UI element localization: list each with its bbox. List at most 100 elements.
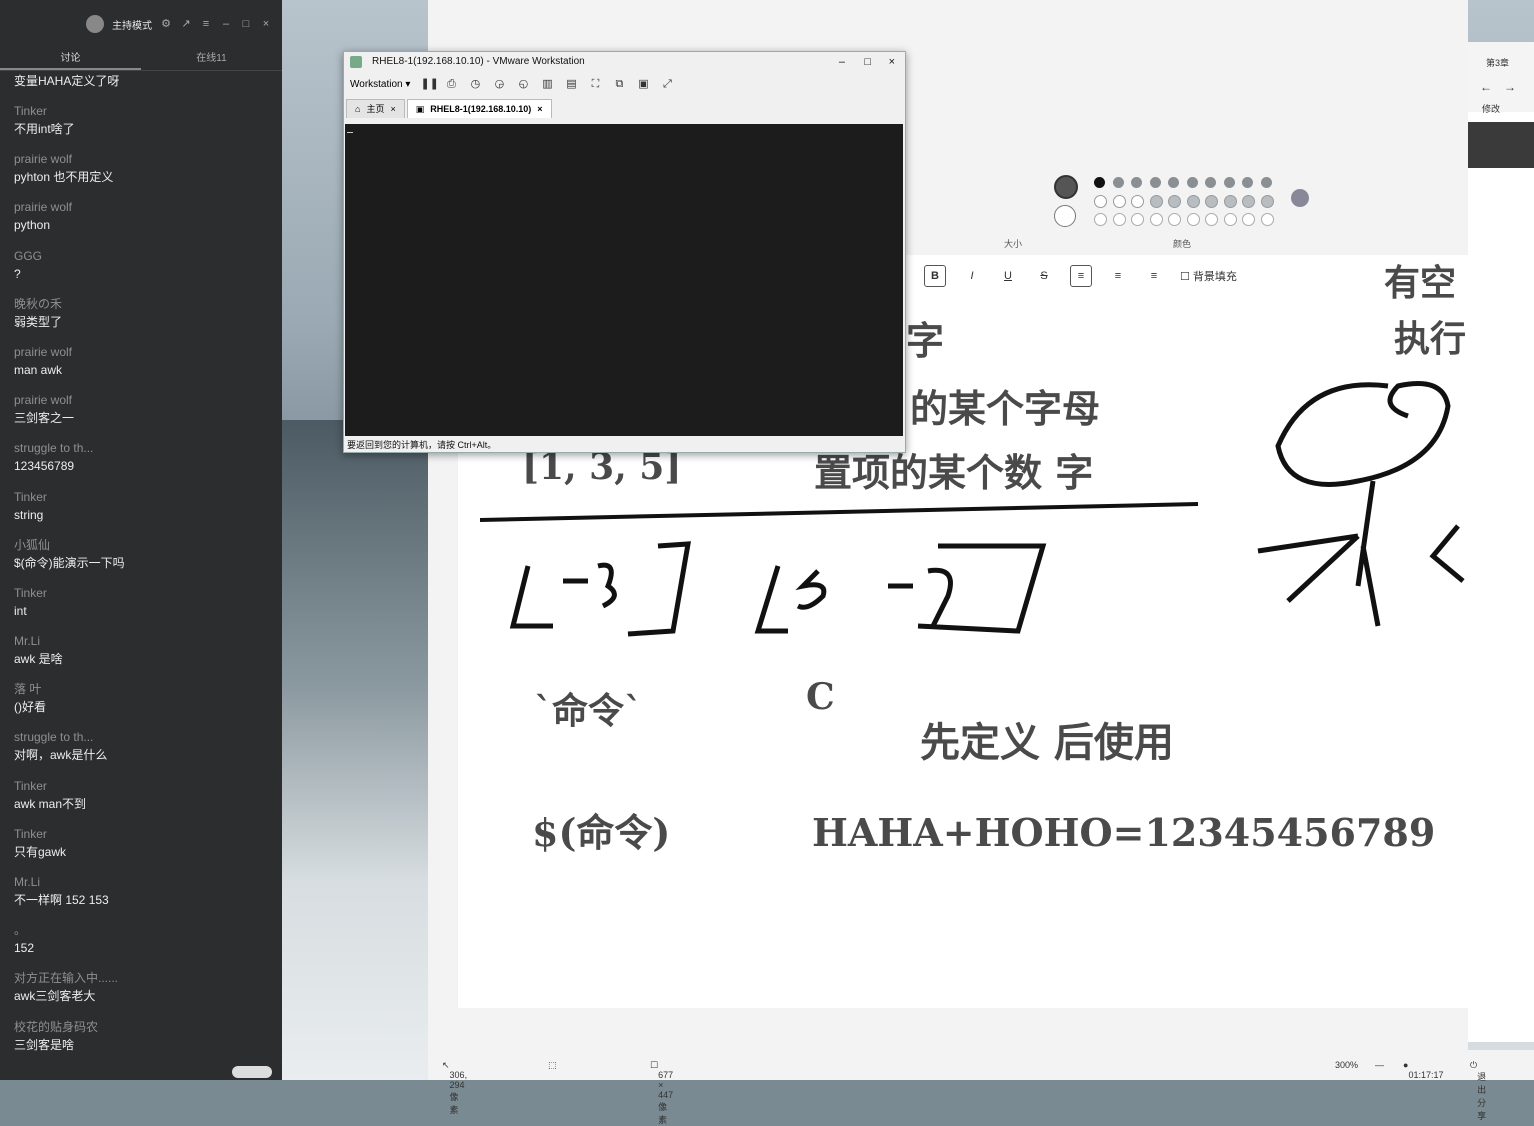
italic-icon[interactable]: I <box>962 266 982 286</box>
palette-swatch[interactable] <box>1094 195 1107 208</box>
palette-swatch[interactable] <box>1186 177 1198 188</box>
console-icon[interactable]: ▣ <box>636 77 650 91</box>
edit-colors-icon[interactable] <box>1291 189 1309 207</box>
paint-statusbar: ↖ 306, 294像素 ⬚ ☐ 677 × 447像素 300% — ● 01… <box>428 1050 1534 1125</box>
align-right-icon[interactable]: ≡ <box>1144 266 1164 286</box>
vm-console-screen[interactable] <box>345 124 903 436</box>
browser-header: 第3章 ← → 修改 <box>1468 42 1534 115</box>
palette-swatch[interactable] <box>1223 213 1237 226</box>
back-icon[interactable]: ← <box>1480 80 1492 94</box>
message-sender: Tinker <box>14 778 47 793</box>
palette-swatch[interactable] <box>1242 195 1255 208</box>
browser-dark-bar <box>1468 122 1534 168</box>
message-sender: 小狐仙 <box>14 537 51 552</box>
color1-swatch[interactable] <box>1054 175 1078 199</box>
message-sender: Tinker <box>14 826 47 841</box>
align-left-icon[interactable]: ≡ <box>1070 265 1092 287</box>
palette-swatch[interactable] <box>1205 177 1216 188</box>
browser-tab[interactable]: 第3章 <box>1486 56 1509 69</box>
minimize-icon[interactable]: – <box>839 52 845 72</box>
tab-home[interactable]: ⌂ 主页 × <box>346 99 405 118</box>
palette-swatch[interactable] <box>1112 195 1126 208</box>
chat-message: Mr.Li 不一样啊 152 153 <box>14 873 268 921</box>
palette-swatch[interactable] <box>1149 177 1161 188</box>
palette-swatch[interactable] <box>1112 213 1126 226</box>
palette-swatch[interactable] <box>1168 177 1179 188</box>
palette-swatch[interactable] <box>1131 177 1142 188</box>
chat-message: 变量HAHA定义了呀 <box>14 72 268 102</box>
close-icon[interactable]: × <box>260 18 272 30</box>
fullscreen-icon[interactable]: ⛶ <box>588 77 602 91</box>
popout-icon[interactable]: ↗ <box>180 18 192 30</box>
palette-swatch[interactable] <box>1205 195 1218 208</box>
tab-online[interactable]: 在线11 <box>141 48 282 70</box>
zoom-out-icon[interactable]: — <box>1375 1060 1384 1070</box>
palette-swatch[interactable] <box>1149 195 1163 208</box>
bg-fill-toggle[interactable]: ☐ 背景填充 <box>1180 268 1237 284</box>
message-sender: Mr.Li <box>14 875 41 889</box>
close-icon[interactable]: × <box>889 52 895 72</box>
forward-icon[interactable]: → <box>1504 80 1516 94</box>
tab-discussion[interactable]: 讨论 <box>0 48 141 70</box>
palette-swatch[interactable] <box>1112 177 1124 188</box>
pause-icon[interactable]: ❚❚ <box>420 77 438 91</box>
message-text: 对啊，awk是什么 <box>14 748 108 763</box>
revert-snapshot-icon[interactable]: ◶ <box>492 77 506 91</box>
canvas-text-right2: 执行 <box>1394 318 1467 360</box>
message-sender: 校花的贴身码农 <box>14 1019 99 1034</box>
canvas-text-backtick: `命令` <box>534 690 643 732</box>
message-sender: Tinker <box>14 489 47 504</box>
stretch-icon[interactable]: ⤢ <box>660 77 674 91</box>
snapshot-manager-icon[interactable]: ◵ <box>516 77 530 91</box>
snapshot-icon[interactable]: ◷ <box>468 77 482 91</box>
edit-label[interactable]: 修改 <box>1482 102 1500 115</box>
chat-message: struggle to th... 123456789 <box>14 439 268 487</box>
align-center-icon[interactable]: ≡ <box>1108 266 1128 286</box>
message-text: int <box>14 603 27 618</box>
exit-share-button[interactable]: ⏻ 退出分享 <box>1470 1060 1486 1121</box>
size-label: 大小 <box>1004 239 1023 249</box>
minimize-icon[interactable]: – <box>220 18 232 30</box>
underline-icon[interactable]: U <box>998 266 1018 286</box>
palette-swatch[interactable] <box>1094 213 1107 226</box>
thumbnail-icon[interactable]: ▤ <box>564 77 578 91</box>
palette-swatch[interactable] <box>1186 195 1200 208</box>
message-sender: struggle to th... <box>14 441 94 456</box>
bold-icon[interactable]: B <box>924 265 946 287</box>
library-icon[interactable]: ▥ <box>540 77 554 91</box>
palette-swatch[interactable] <box>1131 195 1144 208</box>
palette-swatch[interactable] <box>1168 195 1181 208</box>
message-sender: prairie wolf <box>14 152 73 167</box>
send-keys-icon[interactable]: ⎙ <box>444 77 458 91</box>
unity-icon[interactable]: ⧉ <box>612 77 626 91</box>
chat-message: prairie wolf python <box>14 198 268 246</box>
palette-swatch[interactable] <box>1149 213 1163 226</box>
message-text: awk三剑客老大 <box>14 989 96 1004</box>
chat-input-button[interactable] <box>232 1066 272 1078</box>
workstation-menu[interactable]: Workstation ▾ <box>350 79 410 90</box>
palette-swatch[interactable] <box>1242 213 1255 226</box>
canvas-text-c: C <box>806 676 835 718</box>
palette-swatch[interactable] <box>1242 177 1253 188</box>
palette-swatch[interactable] <box>1223 195 1237 208</box>
maximize-icon[interactable]: □ <box>240 18 252 30</box>
chat-message: Tinker string <box>14 488 268 536</box>
recording-time: ● 01:17:17 <box>1403 1060 1444 1080</box>
menu-icon[interactable]: ≡ <box>200 18 212 30</box>
palette-swatch[interactable] <box>1131 213 1144 226</box>
tab-vm[interactable]: ▣ RHEL8-1(192.168.10.10) × <box>406 99 552 118</box>
palette-swatch[interactable] <box>1186 213 1200 226</box>
palette-swatch[interactable] <box>1168 213 1181 226</box>
maximize-icon[interactable]: □ <box>864 52 871 72</box>
palette-swatch[interactable] <box>1205 213 1218 226</box>
settings-icon[interactable]: ⚙ <box>160 18 172 30</box>
palette-swatch[interactable] <box>1260 177 1272 188</box>
color2-swatch[interactable] <box>1054 205 1076 227</box>
message-sender: struggle to th... <box>14 730 94 745</box>
palette-swatch[interactable] <box>1223 177 1235 188</box>
strikethrough-icon[interactable]: S <box>1034 266 1054 286</box>
canvas-text-sum: HAHA+HOHO=12345456789 <box>812 810 1436 855</box>
palette-swatch[interactable] <box>1094 177 1105 188</box>
palette-swatch[interactable] <box>1260 213 1274 226</box>
palette-swatch[interactable] <box>1260 195 1274 208</box>
